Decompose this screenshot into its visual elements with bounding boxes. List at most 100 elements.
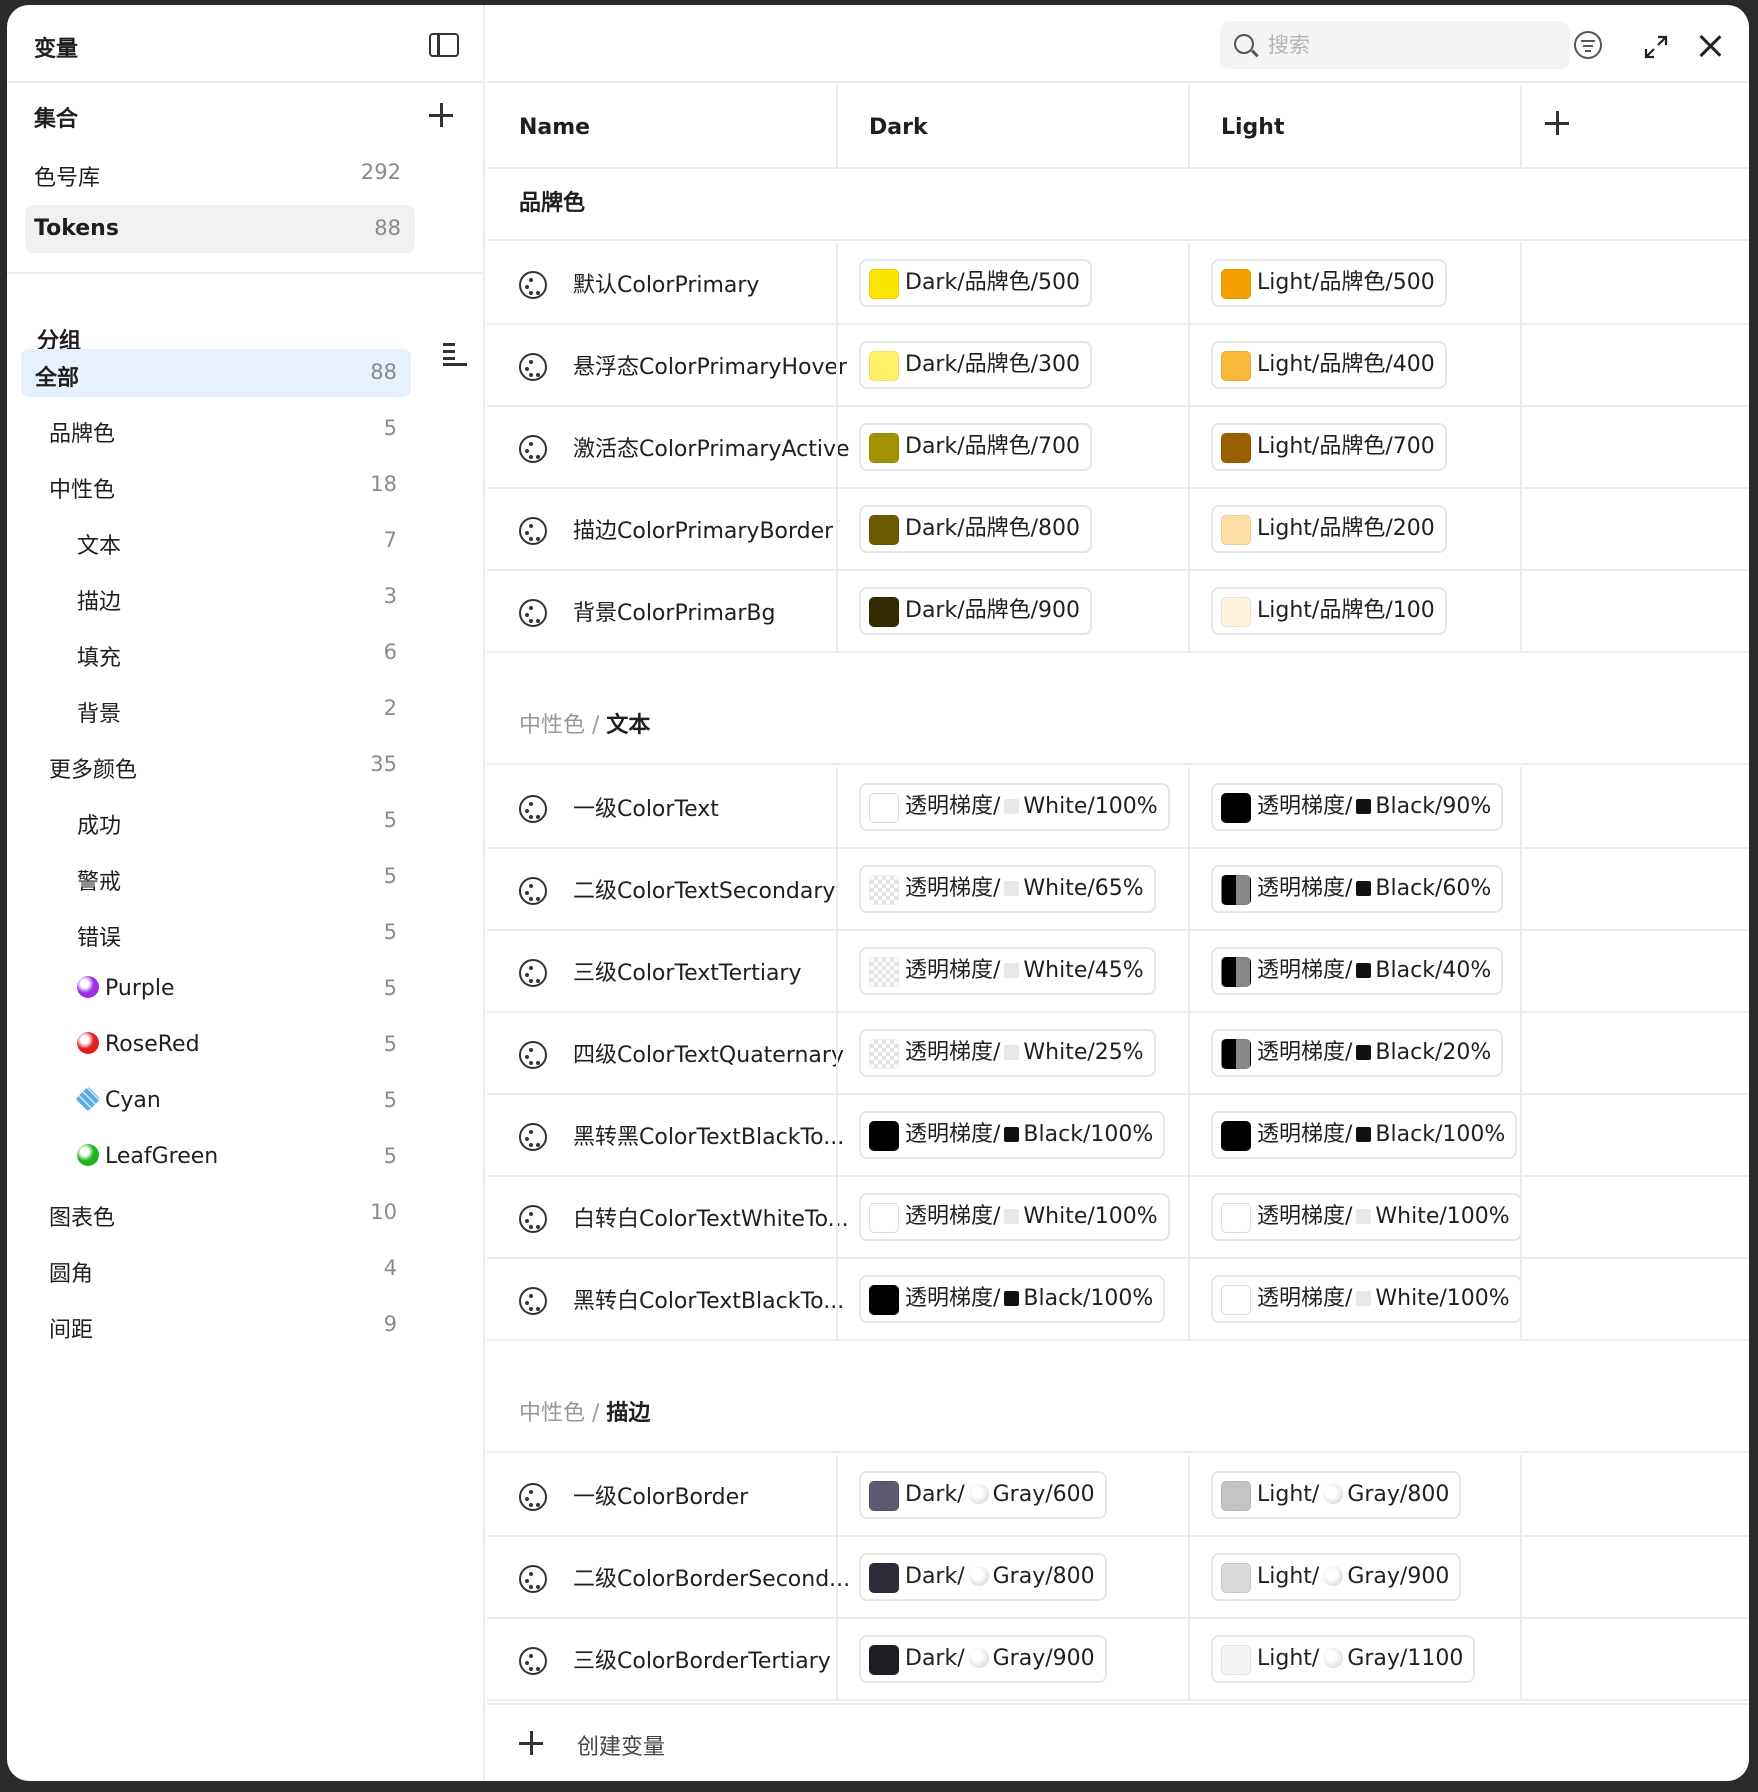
value-chip[interactable]: Light/品牌色/500 <box>1211 259 1447 307</box>
collections-title: 集合 <box>34 107 79 132</box>
group-item[interactable]: LeafGreen 5 <box>21 1133 411 1181</box>
group-item[interactable]: 文本 7 <box>21 517 411 565</box>
palette-icon <box>519 795 547 823</box>
group-label-text: 圆角 <box>49 1262 94 1287</box>
value-chip[interactable]: Dark/Gray/600 <box>859 1471 1107 1519</box>
table-row[interactable]: 二级ColorBorderSecond... Dark/Gray/800 Light… <box>487 1537 1749 1619</box>
value-chip[interactable]: 透明梯度/Black/40% <box>1211 947 1504 995</box>
group-item[interactable]: 填充 6 <box>21 629 411 677</box>
value-chip[interactable]: Dark/品牌色/700 <box>859 423 1093 471</box>
group-item[interactable]: Cyan 5 <box>21 1077 411 1125</box>
section-title: 文本 <box>606 713 651 738</box>
column-header-dark[interactable]: Dark <box>837 85 1189 169</box>
value-chip[interactable]: 透明梯度/White/25% <box>859 1029 1156 1077</box>
group-item[interactable]: 错误 5 <box>21 909 411 957</box>
collection-item[interactable]: Tokens 88 <box>25 205 415 253</box>
variable-name-text: 三级ColorTextTertiary <box>573 961 802 986</box>
create-variable-button[interactable]: 创建变量 <box>577 1729 665 1761</box>
value-chip[interactable]: Light/品牌色/700 <box>1211 423 1447 471</box>
group-item[interactable]: RoseRed 5 <box>21 1021 411 1069</box>
table-row[interactable]: 背景ColorPrimarBg Dark/品牌色/900 Light/品牌色/100 <box>487 571 1749 653</box>
sidebar-title: 变量 <box>34 37 79 62</box>
group-item[interactable]: 成功 5 <box>21 797 411 845</box>
value-chip[interactable]: 透明梯度/White/100% <box>1211 1193 1522 1241</box>
expand-icon[interactable] <box>1644 35 1668 59</box>
value-chip[interactable]: 透明梯度/Black/20% <box>1211 1029 1504 1077</box>
group-count: 5 <box>383 1144 397 1168</box>
add-mode-icon[interactable] <box>1545 111 1569 135</box>
table-row[interactable]: 白转白ColorTextWhiteTo... 透明梯度/White/100% 透明梯… <box>487 1177 1749 1259</box>
table-row[interactable]: 二级ColorTextSecondary 透明梯度/White/65% 透明梯度/B… <box>487 849 1749 931</box>
close-icon[interactable] <box>1699 35 1721 57</box>
group-item[interactable]: 全部 88 <box>21 349 411 397</box>
variable-name-text: 一级ColorText <box>573 797 719 822</box>
table-row[interactable]: 一级ColorBorder Dark/Gray/600 Light/Gray/800 <box>487 1455 1749 1537</box>
column-header-light[interactable]: Light <box>1189 85 1521 169</box>
value-chip[interactable]: Dark/品牌色/800 <box>859 505 1093 553</box>
group-item[interactable]: 更多颜色 35 <box>21 741 411 789</box>
table-row[interactable]: 黑转黑ColorTextBlackTo... 透明梯度/Black/100% 透明梯… <box>487 1095 1749 1177</box>
value-prefix: Light/ <box>1257 1482 1320 1507</box>
value-chip[interactable]: 透明梯度/Black/60% <box>1211 865 1504 913</box>
value-chip[interactable]: Dark/品牌色/300 <box>859 341 1093 389</box>
group-count: 5 <box>383 1088 397 1112</box>
group-item[interactable]: 间距 9 <box>21 1301 411 1349</box>
filter-icon[interactable] <box>1574 31 1602 59</box>
value-prefix: 透明梯度/ <box>1257 958 1353 983</box>
toggle-sidebar-icon[interactable] <box>429 33 459 57</box>
collection-count: 88 <box>374 216 401 240</box>
value-chip[interactable]: Light/Gray/1100 <box>1211 1635 1476 1683</box>
value-chip[interactable]: 透明梯度/White/100% <box>1211 1275 1522 1323</box>
group-item[interactable]: Purple 5 <box>21 965 411 1013</box>
value-chip[interactable]: Dark/Gray/800 <box>859 1553 1107 1601</box>
group-item[interactable]: 警戒 5 <box>21 853 411 901</box>
value-chip[interactable]: 透明梯度/Black/100% <box>859 1275 1166 1323</box>
value-chip[interactable]: Light/品牌色/400 <box>1211 341 1447 389</box>
group-label: 中性色 <box>49 472 115 504</box>
value-chip[interactable]: Light/品牌色/100 <box>1211 587 1447 635</box>
search-input[interactable] <box>1268 29 1518 61</box>
value-chip[interactable]: Light/Gray/900 <box>1211 1553 1462 1601</box>
palette-icon <box>519 1287 547 1315</box>
group-count: 4 <box>383 1256 397 1280</box>
table-row[interactable]: 描边ColorPrimaryBorder Dark/品牌色/800 Light/品牌… <box>487 489 1749 571</box>
value-chip[interactable]: 透明梯度/Black/100% <box>859 1111 1166 1159</box>
value-chip[interactable]: 透明梯度/Black/90% <box>1211 783 1504 831</box>
variable-name: 默认ColorPrimary <box>519 267 759 299</box>
value-chip[interactable]: 透明梯度/White/100% <box>859 1193 1170 1241</box>
group-item[interactable]: 描边 3 <box>21 573 411 621</box>
value-chip[interactable]: Dark/Gray/900 <box>859 1635 1107 1683</box>
group-item[interactable]: 中性色 18 <box>21 461 411 509</box>
table-row[interactable]: 默认ColorPrimary Dark/品牌色/500 Light/品牌色/500 <box>487 243 1749 325</box>
table-row[interactable]: 三级ColorBorderTertiary Dark/Gray/900 Light/… <box>487 1619 1749 1701</box>
table-row[interactable]: 悬浮态ColorPrimaryHover Dark/品牌色/300 Light/品牌… <box>487 325 1749 407</box>
value-chip[interactable]: 透明梯度/White/100% <box>859 783 1170 831</box>
table-row[interactable]: 一级ColorText 透明梯度/White/100% 透明梯度/Black/90% <box>487 767 1749 849</box>
group-item[interactable]: 圆角 4 <box>21 1245 411 1293</box>
table-row[interactable]: 激活态ColorPrimaryActive Dark/品牌色/700 Light/品… <box>487 407 1749 489</box>
group-item[interactable]: 图表色 10 <box>21 1189 411 1237</box>
table-row[interactable]: 三级ColorTextTertiary 透明梯度/White/45% 透明梯度/Bl… <box>487 931 1749 1013</box>
table-row[interactable]: 四级ColorTextQuaternary 透明梯度/White/25% 透明梯度/… <box>487 1013 1749 1095</box>
value-chip[interactable]: Dark/品牌色/900 <box>859 587 1093 635</box>
value-chip[interactable]: 透明梯度/White/65% <box>859 865 1156 913</box>
value-chip[interactable]: Light/品牌色/200 <box>1211 505 1447 553</box>
table-row[interactable]: 黑转白ColorTextBlackTo... 透明梯度/Black/100% 透明梯… <box>487 1259 1749 1341</box>
value-chip[interactable]: 透明梯度/Black/100% <box>1211 1111 1518 1159</box>
group-item[interactable]: 背景 2 <box>21 685 411 733</box>
value-chip[interactable]: Dark/品牌色/500 <box>859 259 1093 307</box>
variable-name-text: 白转白ColorTextWhiteTo... <box>573 1207 849 1232</box>
mini-swatch <box>1356 963 1372 978</box>
group-item[interactable]: 品牌色 5 <box>21 405 411 453</box>
group-sort-icon[interactable] <box>443 343 467 366</box>
value-chip[interactable]: Light/Gray/800 <box>1211 1471 1462 1519</box>
mini-swatch <box>1004 963 1020 978</box>
search-box[interactable] <box>1220 21 1570 69</box>
create-variable-icon[interactable] <box>519 1731 543 1755</box>
variable-name-text: 一级ColorBorder <box>573 1485 749 1510</box>
value-chip[interactable]: 透明梯度/White/45% <box>859 947 1156 995</box>
color-swatch <box>869 957 899 987</box>
color-swatch <box>869 433 899 463</box>
collection-item[interactable]: 色号库 292 <box>25 149 415 197</box>
add-collection-icon[interactable] <box>429 103 453 127</box>
